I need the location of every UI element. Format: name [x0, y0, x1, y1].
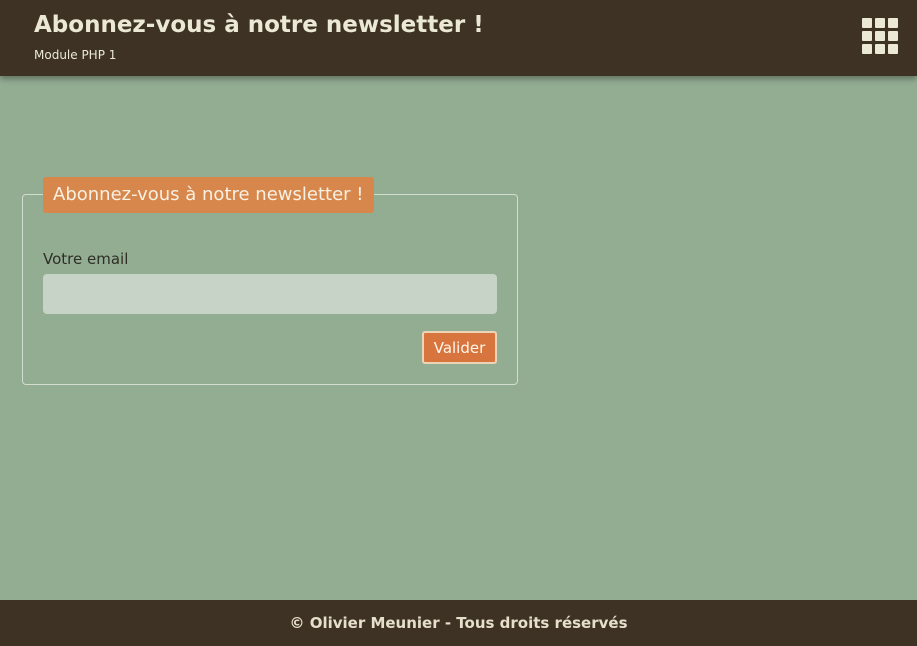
email-input[interactable] [43, 274, 497, 314]
site-title: Abonnez-vous à notre newsletter ! [34, 12, 484, 38]
site-footer: © Olivier Meunier - Tous droits réservés [0, 600, 917, 646]
grid-cell [875, 31, 885, 41]
site-subtitle: Module PHP 1 [34, 48, 117, 62]
newsletter-legend: Abonnez-vous à notre newsletter ! [43, 177, 374, 213]
submit-button[interactable]: Valider [422, 331, 497, 364]
site-header: Abonnez-vous à notre newsletter ! Module… [0, 0, 917, 76]
grid-cell [875, 44, 885, 54]
email-label: Votre email [43, 250, 129, 268]
grid-cell [862, 31, 872, 41]
grid-menu-icon[interactable] [862, 18, 898, 54]
grid-cell [888, 44, 898, 54]
grid-cell [862, 44, 872, 54]
grid-cell [875, 18, 885, 28]
copyright-text: © Olivier Meunier - Tous droits réservés [289, 614, 628, 632]
grid-cell [888, 18, 898, 28]
grid-cell [862, 18, 872, 28]
grid-cell [888, 31, 898, 41]
